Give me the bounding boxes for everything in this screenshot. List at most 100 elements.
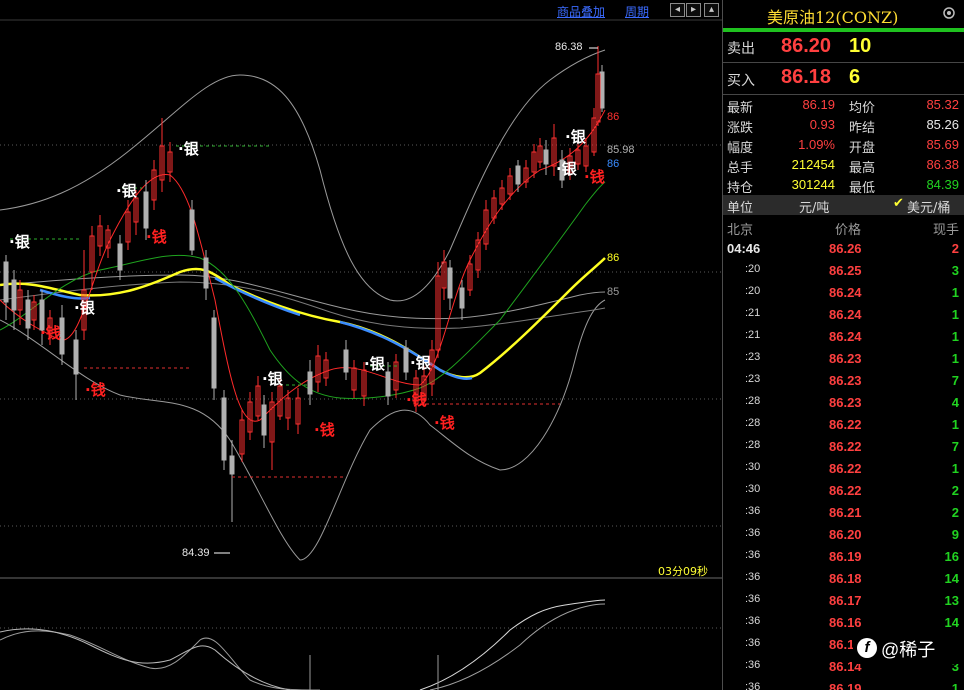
sell-signal: ·银 bbox=[556, 160, 577, 178]
tick-time: :30 bbox=[745, 461, 761, 473]
tick-price: 86.1 bbox=[829, 637, 855, 652]
tick-qty: 16 bbox=[944, 549, 959, 564]
tick-time: :23 bbox=[745, 351, 761, 363]
tick-row: :30 86.22 2 bbox=[723, 480, 964, 502]
tick-price: 86.25 bbox=[829, 263, 862, 278]
tick-qty: 1 bbox=[951, 417, 959, 432]
tick-price: 86.18 bbox=[829, 571, 862, 586]
tick-price: 86.22 bbox=[829, 439, 862, 454]
tick-qty: 1 bbox=[951, 285, 959, 300]
high-price-label: 86.38 bbox=[555, 41, 583, 53]
bid-qty: 6 bbox=[849, 66, 861, 88]
tick-time: :28 bbox=[745, 395, 761, 407]
tick-row: :28 86.22 7 bbox=[723, 436, 964, 458]
sell-signal: ·银 bbox=[116, 182, 137, 200]
tick-time: :28 bbox=[745, 439, 761, 451]
tick-price: 86.22 bbox=[829, 461, 862, 476]
tick-row: :23 86.23 7 bbox=[723, 370, 964, 392]
tick-qty: 2 bbox=[951, 505, 959, 520]
tick-price: 86.24 bbox=[829, 307, 862, 322]
tick-price: 86.26 bbox=[829, 241, 862, 256]
sell-signal: ·银 bbox=[178, 140, 199, 158]
tick-qty: 14 bbox=[944, 615, 959, 630]
tick-price: 86.23 bbox=[829, 373, 862, 388]
tick-time: :30 bbox=[745, 483, 761, 495]
tick-time: :36 bbox=[745, 659, 761, 671]
ma-blue-label: 86 bbox=[607, 158, 620, 170]
tick-row: :36 86.20 9 bbox=[723, 524, 964, 546]
tick-qty: 1 bbox=[951, 681, 959, 690]
tick-list[interactable]: 04:46 86.26 2:20 86.25 3:20 86.24 1:21 86.24 1:2… bbox=[723, 238, 964, 690]
tick-price: 86.20 bbox=[829, 527, 862, 542]
tick-qty: 1 bbox=[951, 329, 959, 344]
watermark-text: @稀子 bbox=[881, 640, 936, 660]
tick-price: 86.23 bbox=[829, 351, 862, 366]
tick-time: :36 bbox=[745, 615, 761, 627]
brand-logo-icon: f bbox=[857, 638, 877, 658]
tick-time: :36 bbox=[745, 571, 761, 583]
sell-signal: ·银 bbox=[364, 355, 385, 373]
tick-row: 04:46 86.26 2 bbox=[723, 238, 964, 260]
ma-yellow-label: 86 bbox=[607, 252, 620, 264]
buy-signal: ·钱 bbox=[584, 168, 605, 186]
quote-header: 美原油12(CONZ) bbox=[723, 0, 964, 30]
tick-time: :21 bbox=[745, 329, 761, 341]
tick-qty: 1 bbox=[951, 461, 959, 476]
tick-price: 86.22 bbox=[829, 417, 862, 432]
stats-row: 涨跌 0.93 昨结 85.26 bbox=[727, 117, 959, 136]
tick-qty: 4 bbox=[951, 395, 959, 410]
ask-price: 86.20 bbox=[781, 35, 832, 57]
settings-icon[interactable] bbox=[941, 5, 957, 19]
tick-row: :28 86.22 1 bbox=[723, 414, 964, 436]
buy-signal: ·钱 bbox=[85, 381, 106, 399]
tick-qty: 1 bbox=[951, 351, 959, 366]
tick-time: :21 bbox=[745, 307, 761, 319]
watermark: f @稀子 bbox=[853, 632, 963, 664]
tick-price: 86.22 bbox=[829, 483, 862, 498]
tick-time: :36 bbox=[745, 505, 761, 517]
ask-label: 卖出 bbox=[727, 41, 755, 57]
stats-row: 持仓 301244 最低 84.39 bbox=[727, 177, 959, 196]
tick-qty: 1 bbox=[951, 307, 959, 322]
tick-price: 86.17 bbox=[829, 593, 862, 608]
tick-row: :36 86.19 1 bbox=[723, 678, 964, 690]
unit-option-cny[interactable]: 元/吨 bbox=[799, 197, 829, 216]
tick-time: :23 bbox=[745, 373, 761, 385]
tick-price: 86.21 bbox=[829, 505, 862, 520]
tick-row: :36 86.17 13 bbox=[723, 590, 964, 612]
stats-row: 最新 86.19 均价 85.32 bbox=[727, 97, 959, 116]
tick-row: :20 86.24 1 bbox=[723, 282, 964, 304]
low-price-label: 84.39 bbox=[182, 547, 210, 559]
bid-price: 86.18 bbox=[781, 66, 832, 88]
bar-countdown-timer: 03分09秒 bbox=[658, 565, 708, 578]
unit-option-usd[interactable]: 美元/桶 bbox=[907, 197, 950, 216]
tick-price: 86.16 bbox=[829, 615, 862, 630]
unit-label: 单位 bbox=[727, 201, 754, 216]
tick-row: :20 86.25 3 bbox=[723, 260, 964, 282]
tick-time: :36 bbox=[745, 681, 761, 690]
tick-row: :28 86.23 4 bbox=[723, 392, 964, 414]
tick-row: :21 86.24 1 bbox=[723, 326, 964, 348]
tick-price: 86.24 bbox=[829, 329, 862, 344]
tick-price: 86.24 bbox=[829, 285, 862, 300]
buy-signal: ·钱 bbox=[406, 391, 427, 409]
bid-label: 买入 bbox=[727, 73, 755, 89]
tick-time: :20 bbox=[745, 285, 761, 297]
tick-row: :36 86.19 16 bbox=[723, 546, 964, 568]
tick-price: 86.19 bbox=[829, 549, 862, 564]
tick-price: 86.19 bbox=[829, 681, 862, 690]
ask-qty: 10 bbox=[849, 35, 872, 57]
tick-qty: 3 bbox=[951, 263, 959, 278]
sell-signal: ·银 bbox=[410, 354, 431, 372]
stats-row: 幅度 1.09% 开盘 85.69 bbox=[727, 137, 959, 156]
kline-chart[interactable]: 商品叠加 周期 ◂ ▸ ▴ ·银 ·银 ·银 ·银 ·银 ·银 ·银 ·银 ·银… bbox=[0, 0, 722, 690]
instrument-title: 美原油12(CONZ) bbox=[767, 8, 899, 27]
quote-panel: 美原油12(CONZ) 卖出 86.20 10 买入 86.18 6 最新 86… bbox=[722, 0, 964, 690]
sell-signal: ·银 bbox=[262, 370, 283, 388]
stats-row: 总手 212454 最高 86.38 bbox=[727, 157, 959, 176]
ticks-header: 北京 价格 现手 bbox=[727, 223, 959, 238]
chart-canvas bbox=[0, 19, 722, 690]
tick-qty: 7 bbox=[951, 439, 959, 454]
tick-row: :36 86.21 2 bbox=[723, 502, 964, 524]
tick-time: :20 bbox=[745, 263, 761, 275]
